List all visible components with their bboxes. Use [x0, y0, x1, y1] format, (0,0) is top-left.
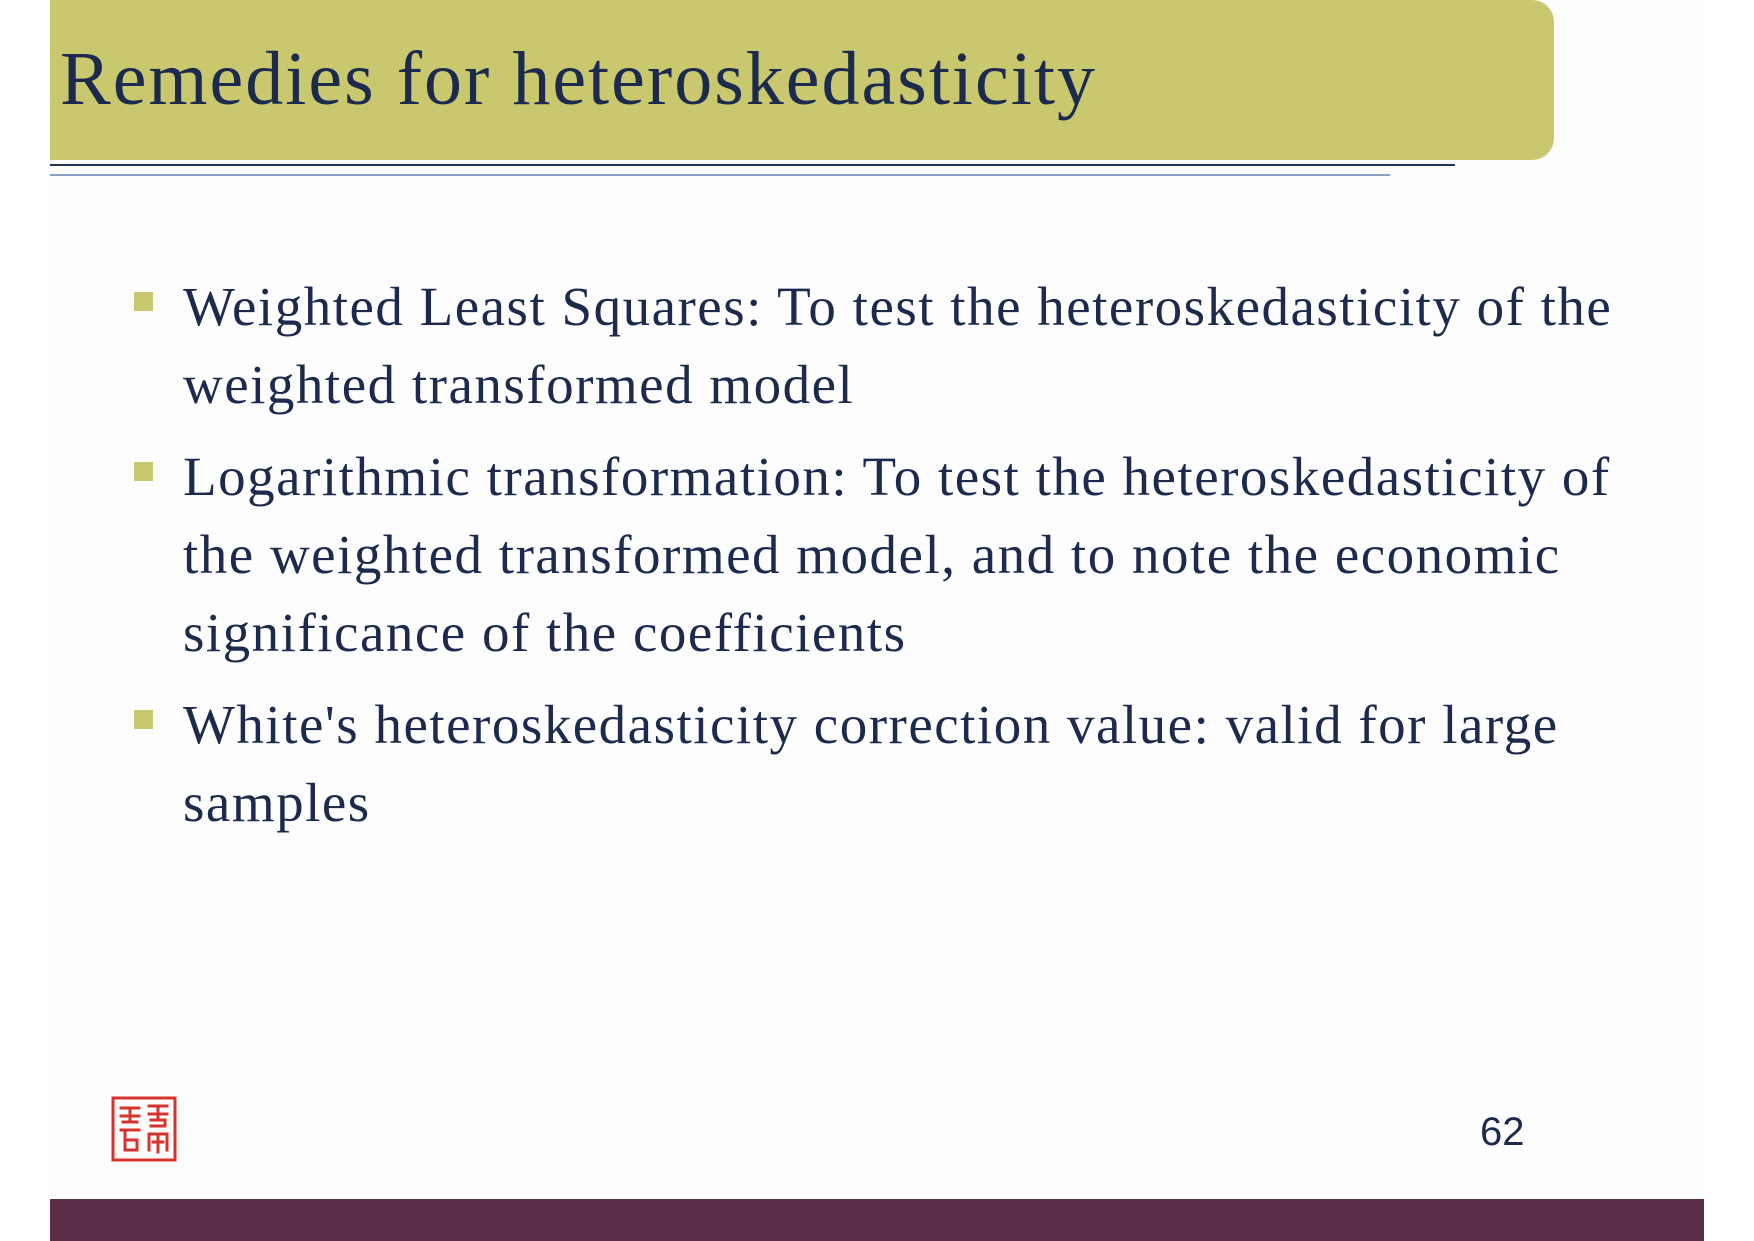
title-underline-dark: [50, 164, 1455, 166]
square-bullet-icon: [134, 710, 153, 729]
bullet-item: Logarithmic transformation: To test the …: [130, 438, 1650, 672]
title-underline-light: [50, 174, 1390, 176]
bullet-text: Logarithmic transformation: To test the …: [183, 446, 1611, 663]
square-bullet-icon: [134, 292, 153, 311]
footer-bar: [50, 1199, 1704, 1241]
bullet-list: Weighted Least Squares: To test the hete…: [130, 268, 1650, 856]
square-bullet-icon: [134, 462, 153, 481]
red-seal-icon: [111, 1096, 177, 1162]
page-number: 62: [1480, 1110, 1525, 1154]
bullet-text: White's heteroskedasticity correction va…: [183, 694, 1559, 833]
slide-title: Remedies for heteroskedasticity: [60, 37, 1098, 121]
bullet-item: White's heteroskedasticity correction va…: [130, 686, 1650, 842]
bullet-item: Weighted Least Squares: To test the hete…: [130, 268, 1650, 424]
bullet-text: Weighted Least Squares: To test the hete…: [183, 276, 1613, 415]
